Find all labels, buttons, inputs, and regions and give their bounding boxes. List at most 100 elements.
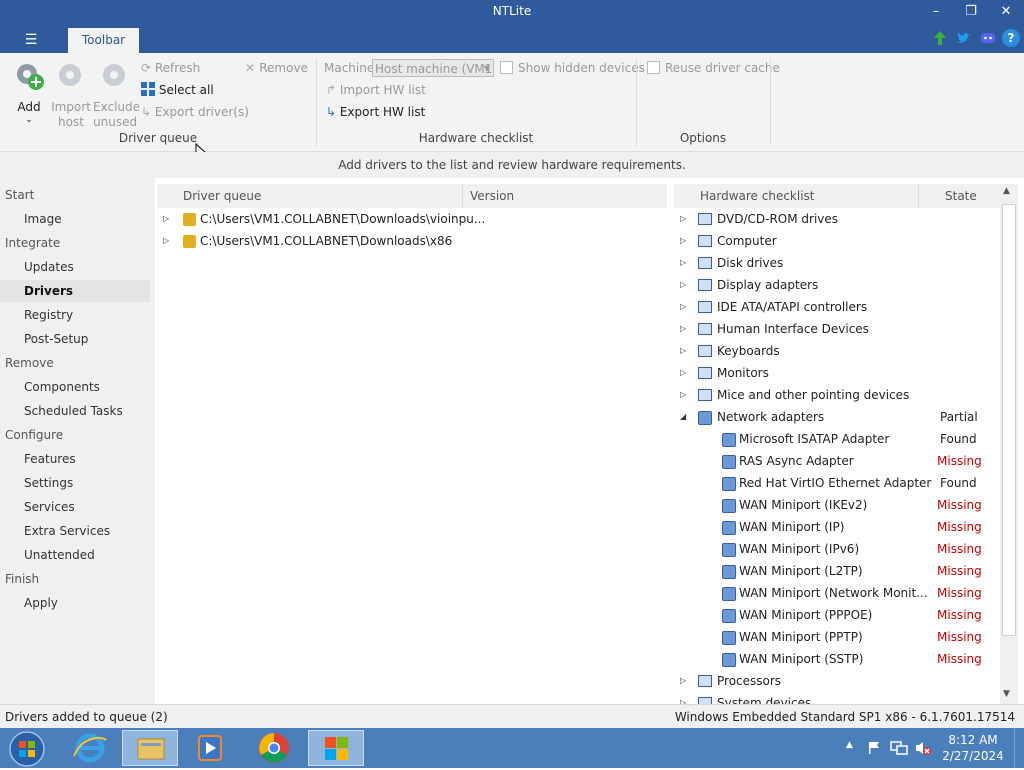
reuse-driver-cache-checkbox[interactable]: Reuse driver cache [647, 58, 780, 78]
action-center-flag-icon[interactable] [866, 740, 882, 756]
export-hw-list-button[interactable]: ↳ Export HW list [326, 102, 425, 122]
minimize-button[interactable]: – [921, 3, 951, 21]
expand-arrow-icon[interactable]: ▷ [680, 318, 686, 340]
column-header-version[interactable]: Version [470, 184, 514, 208]
hw-row[interactable]: ▷ IDE ATA/ATAPI controllers [674, 296, 1000, 318]
expand-arrow-icon[interactable]: ▷ [680, 384, 686, 406]
scroll-up-arrow-icon[interactable]: ▲ [1003, 186, 1010, 196]
scrollbar-thumb[interactable] [1002, 204, 1016, 636]
scroll-down-arrow-icon[interactable]: ▼ [1003, 689, 1010, 699]
hw-row[interactable]: WAN Miniport (SSTP) Missing [674, 648, 1000, 670]
media-player-icon[interactable] [182, 730, 238, 766]
show-desktop-button[interactable] [1014, 728, 1024, 768]
hw-row[interactable]: ▷ DVD/CD-ROM drives [674, 208, 1000, 230]
hw-row-state: Found [940, 476, 977, 490]
show-hidden-devices-checkbox[interactable]: Show hidden devices [500, 58, 645, 78]
menu-icon[interactable]: ☰ [20, 31, 42, 49]
hw-row[interactable]: ▷ Display adapters [674, 274, 1000, 296]
hw-row[interactable]: WAN Miniport (PPPOE) Missing [674, 604, 1000, 626]
hw-row[interactable]: ▷ Mice and other pointing devices [674, 384, 1000, 406]
hw-row[interactable]: ▷ Monitors [674, 362, 1000, 384]
nav-item-image[interactable]: Image [24, 212, 62, 226]
hw-row-name: Processors [717, 674, 782, 688]
device-category-icon [698, 301, 712, 313]
discord-icon[interactable] [979, 29, 997, 47]
expand-arrow-icon[interactable]: ▷ [680, 340, 686, 362]
hw-row[interactable]: WAN Miniport (PPTP) Missing [674, 626, 1000, 648]
expand-arrow-icon[interactable]: ▷ [680, 296, 686, 318]
expand-arrow-icon[interactable]: ▷ [680, 208, 686, 230]
maximize-button[interactable]: ❐ [956, 3, 986, 21]
queue-row[interactable]: ▷ C:\Users\VM1.COLLABNET\Downloads\x86 [157, 230, 667, 252]
hw-row[interactable]: ◢ Network adapters Partial [674, 406, 1000, 428]
import-hw-list-button[interactable]: ↱ Import HW list [326, 80, 426, 100]
file-explorer-button[interactable] [122, 730, 178, 766]
nav-item-components[interactable]: Components [24, 380, 100, 394]
select-all-button[interactable]: Select all [141, 80, 214, 100]
exclude-unused-button[interactable]: Exclude unused [93, 60, 140, 130]
hw-row[interactable]: WAN Miniport (IP) Missing [674, 516, 1000, 538]
hw-row[interactable]: ▷ Keyboards [674, 340, 1000, 362]
hw-row[interactable]: WAN Miniport (IKEv2) Missing [674, 494, 1000, 516]
export-drivers-button[interactable]: ↳ Export driver(s) [141, 102, 249, 122]
show-hidden-icons-chevron-icon[interactable]: ▲ [846, 740, 853, 750]
nav-item-drivers[interactable]: Drivers [24, 284, 73, 298]
expand-arrow-icon[interactable]: ▷ [680, 230, 686, 252]
nav-item-post-setup[interactable]: Post-Setup [24, 332, 88, 346]
ntlite-taskbar-button[interactable] [308, 730, 364, 766]
column-header-state[interactable]: State [945, 184, 977, 208]
nav-item-settings[interactable]: Settings [24, 476, 73, 490]
nav-item-updates[interactable]: Updates [24, 260, 74, 274]
hw-row[interactable]: WAN Miniport (Network Monit... Missing [674, 582, 1000, 604]
nav-item-apply[interactable]: Apply [24, 596, 58, 610]
driver-queue-panel[interactable]: Driver queue Version ▷ C:\Users\VM1.COLL… [157, 184, 667, 704]
hw-row[interactable]: RAS Async Adapter Missing [674, 450, 1000, 472]
column-header-hardware-checklist[interactable]: Hardware checklist [700, 184, 815, 208]
expand-arrow-icon[interactable]: ▷ [680, 252, 686, 274]
column-header-driver-queue[interactable]: Driver queue [183, 184, 261, 208]
close-button[interactable]: ✕ [991, 3, 1021, 21]
add-button[interactable]: Add ⌄ [10, 60, 48, 125]
start-orb-icon[interactable] [8, 730, 46, 768]
internet-explorer-icon[interactable] [62, 730, 118, 766]
vertical-scrollbar[interactable]: ▲ ▼ [1000, 184, 1018, 704]
nav-item-services[interactable]: Services [24, 500, 75, 514]
hw-row[interactable]: Red Hat VirtIO Ethernet Adapter Found [674, 472, 1000, 494]
expand-arrow-icon[interactable]: ▷ [680, 670, 686, 692]
machine-select[interactable]: Host machine (VM1 ▼ [372, 59, 494, 77]
hw-row[interactable]: WAN Miniport (L2TP) Missing [674, 560, 1000, 582]
nav-header-start: Start [5, 188, 35, 202]
hw-row[interactable]: ▷ Processors [674, 670, 1000, 692]
arrow-up-icon[interactable] [931, 29, 949, 47]
refresh-button[interactable]: ⟳ Refresh [141, 58, 200, 78]
tab-toolbar[interactable]: Toolbar [68, 28, 139, 53]
network-icon[interactable] [890, 740, 908, 756]
expand-arrow-icon[interactable]: ▷ [163, 208, 169, 230]
nav-item-unattended[interactable]: Unattended [24, 548, 95, 562]
nav-item-registry[interactable]: Registry [24, 308, 73, 322]
nav-item-extra-services[interactable]: Extra Services [24, 524, 110, 538]
twitter-icon[interactable] [955, 29, 973, 47]
remove-button[interactable]: ✕ Remove [245, 58, 308, 78]
nav-item-features[interactable]: Features [24, 452, 76, 466]
hw-row[interactable]: ▷ Human Interface Devices [674, 318, 1000, 340]
expand-arrow-icon[interactable]: ▷ [680, 692, 686, 704]
hw-row[interactable]: ▷ Disk drives [674, 252, 1000, 274]
hw-row[interactable]: WAN Miniport (IPv6) Missing [674, 538, 1000, 560]
hardware-checklist-panel[interactable]: Hardware checklist State ▷ DVD/CD-ROM dri… [674, 184, 1000, 704]
help-icon[interactable]: ? [1002, 29, 1020, 47]
status-right-text: Windows Embedded Standard SP1 x86 - 6.1.… [674, 710, 1015, 724]
expand-arrow-icon[interactable]: ▷ [163, 230, 169, 252]
hw-row[interactable]: ▷ Computer [674, 230, 1000, 252]
chrome-icon[interactable] [246, 730, 302, 766]
clock[interactable]: 8:12 AM 2/27/2024 [938, 732, 1008, 764]
collapse-arrow-icon[interactable]: ◢ [680, 406, 686, 428]
queue-row[interactable]: ▷ C:\Users\VM1.COLLABNET\Downloads\vioin… [157, 208, 667, 230]
volume-muted-icon[interactable] [914, 740, 932, 756]
hw-row[interactable]: Microsoft ISATAP Adapter Found [674, 428, 1000, 450]
expand-arrow-icon[interactable]: ▷ [680, 362, 686, 384]
hw-row[interactable]: ▷ System devices [674, 692, 1000, 704]
expand-arrow-icon[interactable]: ▷ [680, 274, 686, 296]
import-host-button[interactable]: Import host [50, 60, 92, 130]
nav-item-scheduled-tasks[interactable]: Scheduled Tasks [24, 404, 123, 418]
